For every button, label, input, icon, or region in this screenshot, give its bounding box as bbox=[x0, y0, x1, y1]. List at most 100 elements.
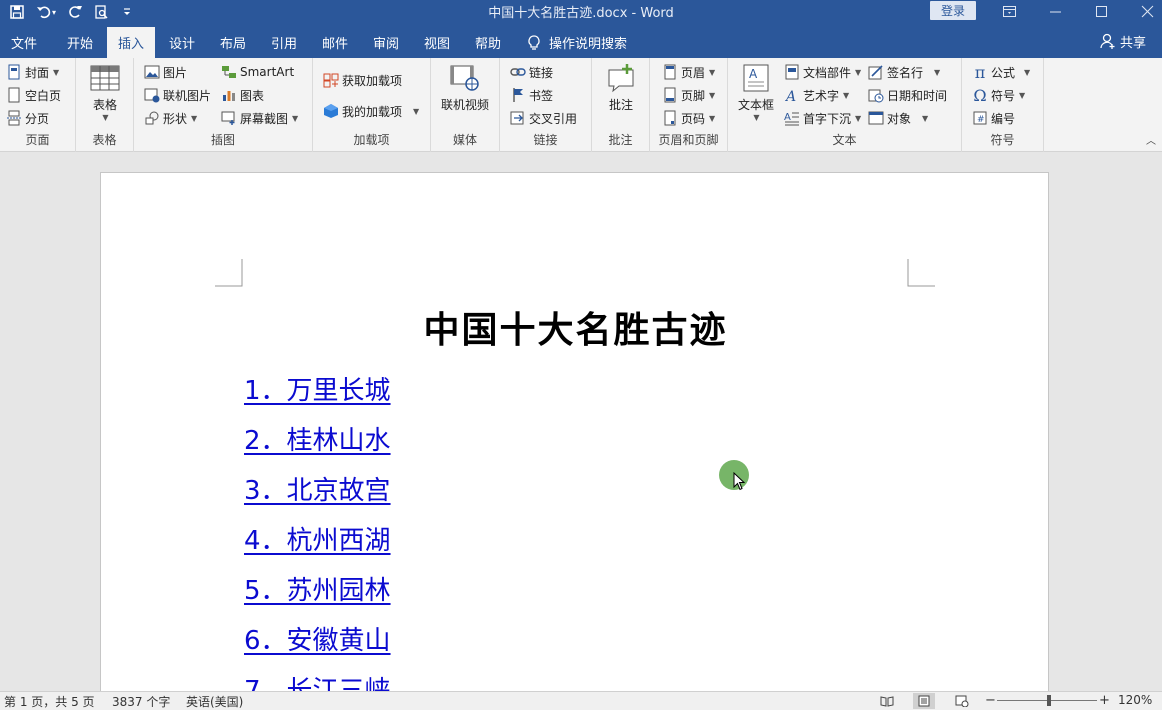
quick-parts-icon bbox=[784, 64, 800, 80]
new-comment-button[interactable]: 批注 bbox=[605, 62, 637, 113]
drop-cap-icon: A bbox=[784, 110, 800, 126]
tab-view[interactable]: 视图 bbox=[413, 27, 461, 58]
object-label: 对象 bbox=[887, 111, 912, 126]
toc-link[interactable]: 3．北京故宫 bbox=[244, 470, 391, 520]
header-icon bbox=[662, 64, 678, 80]
zoom-level[interactable]: 120% bbox=[1118, 693, 1152, 707]
language-status[interactable]: 英语(美国) bbox=[186, 693, 243, 710]
shapes-icon bbox=[144, 110, 160, 126]
object-icon bbox=[868, 110, 884, 126]
ribbon: 封面 ▼ 空白页 分页 页面 表格 ▼ 表格 图片 联机图片 形状 ▼ Smar… bbox=[0, 58, 1162, 152]
toc-link[interactable]: 1．万里长城 bbox=[244, 370, 391, 420]
tab-mailings[interactable]: 邮件 bbox=[311, 27, 359, 58]
cross-reference-icon bbox=[510, 110, 526, 126]
svg-text:A: A bbox=[784, 89, 796, 103]
tab-design[interactable]: 设计 bbox=[158, 27, 206, 58]
table-button[interactable]: 表格 ▼ bbox=[89, 62, 121, 122]
text-box-button[interactable]: A 文本框 ▼ bbox=[738, 62, 774, 122]
zoom-slider-thumb[interactable] bbox=[1047, 695, 1051, 706]
login-button[interactable]: 登录 bbox=[930, 1, 976, 20]
blank-page-button[interactable]: 空白页 bbox=[6, 85, 61, 105]
page-count-status[interactable]: 第 1 页，共 5 页 bbox=[4, 693, 95, 710]
footer-button[interactable]: 页脚 ▼ bbox=[662, 85, 715, 105]
minimize-icon[interactable] bbox=[1032, 0, 1078, 22]
online-pictures-button[interactable]: 联机图片 bbox=[144, 85, 211, 105]
document-page[interactable]: 中国十大名胜古迹 1．万里长城 2．桂林山水 3．北京故宫 4．杭州西湖 5．苏… bbox=[100, 172, 1049, 691]
cross-reference-button[interactable]: 交叉引用 bbox=[510, 108, 577, 128]
word-count-status[interactable]: 3837 个字 bbox=[112, 693, 170, 710]
toc-link[interactable]: 5．苏州园林 bbox=[244, 570, 391, 620]
cover-page-button[interactable]: 封面 ▼ bbox=[6, 62, 59, 82]
smartart-button[interactable]: SmartArt bbox=[221, 62, 294, 82]
group-pages: 封面 ▼ 空白页 分页 页面 bbox=[0, 58, 76, 152]
my-addins-button[interactable]: 我的加载项 ▼ bbox=[323, 101, 419, 121]
bookmark-button[interactable]: 书签 bbox=[510, 85, 553, 105]
picture-icon bbox=[144, 64, 160, 80]
link-button[interactable]: 链接 bbox=[510, 62, 553, 82]
bookmark-label: 书签 bbox=[529, 88, 554, 103]
tell-me-label: 操作说明搜索 bbox=[548, 37, 627, 52]
web-layout-icon[interactable] bbox=[951, 693, 973, 709]
read-mode-icon[interactable] bbox=[876, 693, 898, 709]
toc-link[interactable]: 6．安徽黄山 bbox=[244, 620, 391, 670]
tab-help[interactable]: 帮助 bbox=[464, 27, 512, 58]
tab-insert[interactable]: 插入 bbox=[107, 27, 155, 58]
toc-link[interactable]: 7．长江三峡 bbox=[244, 670, 391, 691]
group-illustrations: 图片 联机图片 形状 ▼ SmartArt 图表 屏幕截图 ▼ 插图 bbox=[134, 58, 313, 152]
equation-button[interactable]: π 公式 ▼ bbox=[972, 62, 1030, 82]
online-pictures-label: 联机图片 bbox=[163, 88, 212, 103]
toc-link[interactable]: 4．杭州西湖 bbox=[244, 520, 391, 570]
number-button[interactable]: # 编号 bbox=[972, 108, 1015, 128]
group-symbols-label: 符号 bbox=[990, 133, 1015, 147]
text-box-icon: A bbox=[740, 62, 772, 94]
group-links: 链接 书签 交叉引用 链接 bbox=[500, 58, 592, 152]
svg-text:#: # bbox=[977, 115, 985, 125]
online-video-icon bbox=[449, 62, 481, 94]
cover-page-label: 封面 bbox=[25, 65, 50, 80]
tab-layout[interactable]: 布局 bbox=[209, 27, 257, 58]
tab-file[interactable]: 文件 bbox=[0, 27, 48, 58]
wordart-button[interactable]: A 艺术字 ▼ bbox=[784, 85, 849, 105]
symbol-button[interactable]: Ω 符号 ▼ bbox=[972, 85, 1025, 105]
shapes-button[interactable]: 形状 ▼ bbox=[144, 108, 197, 128]
page-number-icon bbox=[662, 110, 678, 126]
pictures-button[interactable]: 图片 bbox=[144, 62, 187, 82]
ribbon-tabs: 文件 开始 插入 设计 布局 引用 邮件 审阅 视图 帮助 操作说明搜索 bbox=[0, 24, 1162, 58]
group-text: A 文本框 ▼ 文档部件 ▼ A 艺术字 ▼ A 首字下沉 ▼ 签名行 ▼ 日期和时间 … bbox=[728, 58, 962, 152]
chart-button[interactable]: 图表 bbox=[221, 85, 264, 105]
header-button[interactable]: 页眉 ▼ bbox=[662, 62, 715, 82]
collapse-ribbon-icon[interactable]: ︿ bbox=[1146, 132, 1156, 147]
page-number-button[interactable]: 页码 ▼ bbox=[662, 108, 715, 128]
toc-link[interactable]: 2．桂林山水 bbox=[244, 420, 391, 470]
zoom-in-icon[interactable]: + bbox=[1099, 693, 1110, 708]
tab-home[interactable]: 开始 bbox=[56, 27, 104, 58]
cross-reference-label: 交叉引用 bbox=[529, 111, 578, 126]
document-heading: 中国十大名胜古迹 bbox=[423, 310, 728, 351]
tab-references[interactable]: 引用 bbox=[260, 27, 308, 58]
date-time-button[interactable]: 日期和时间 bbox=[868, 85, 947, 105]
quick-parts-label: 文档部件 bbox=[803, 65, 852, 80]
drop-cap-button[interactable]: A 首字下沉 ▼ bbox=[784, 108, 861, 128]
close-icon[interactable] bbox=[1124, 0, 1162, 22]
print-layout-icon[interactable] bbox=[913, 693, 935, 709]
online-picture-icon bbox=[144, 87, 160, 103]
get-addins-button[interactable]: 获取加载项 bbox=[323, 70, 402, 90]
screenshot-label: 屏幕截图 bbox=[240, 111, 289, 126]
document-area[interactable]: 中国十大名胜古迹 1．万里长城 2．桂林山水 3．北京故宫 4．杭州西湖 5．苏… bbox=[0, 152, 1162, 691]
ribbon-display-options-icon[interactable] bbox=[986, 0, 1032, 22]
tab-review[interactable]: 审阅 bbox=[362, 27, 410, 58]
share-button[interactable]: 共享 bbox=[1100, 24, 1146, 58]
online-video-button[interactable]: 联机视频 bbox=[441, 62, 489, 113]
equation-label: 公式 bbox=[991, 65, 1016, 80]
quick-parts-button[interactable]: 文档部件 ▼ bbox=[784, 62, 861, 82]
tell-me-search[interactable]: 操作说明搜索 bbox=[522, 27, 632, 58]
group-media: 联机视频 媒体 bbox=[431, 58, 500, 152]
maximize-icon[interactable] bbox=[1078, 0, 1124, 22]
page-break-button[interactable]: 分页 bbox=[6, 108, 49, 128]
object-button[interactable]: 对象 ▼ bbox=[868, 108, 928, 128]
group-links-label: 链接 bbox=[533, 133, 558, 147]
zoom-out-icon[interactable]: − bbox=[985, 693, 996, 708]
screenshot-button[interactable]: 屏幕截图 ▼ bbox=[221, 108, 298, 128]
group-media-label: 媒体 bbox=[452, 133, 477, 147]
signature-line-button[interactable]: 签名行 ▼ bbox=[868, 62, 940, 82]
